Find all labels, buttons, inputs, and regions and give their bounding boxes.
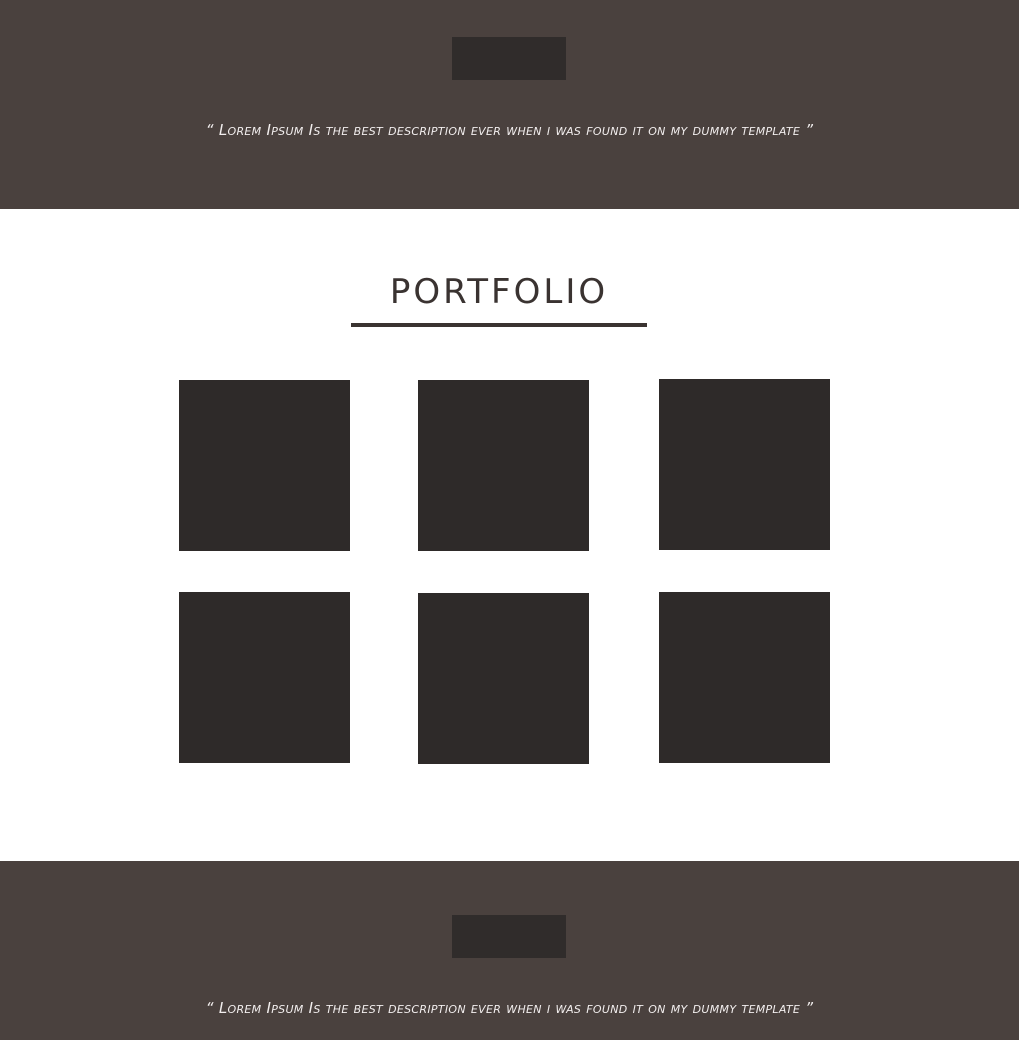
top-banner: “ Lorem Ipsum Is the best description ev…: [0, 0, 1019, 209]
top-banner-quote: “ Lorem Ipsum Is the best description ev…: [205, 121, 814, 139]
portfolio-title-underline: [351, 323, 647, 327]
portfolio-title: PORTFOLIO: [389, 272, 609, 312]
portfolio-tile-4[interactable]: [179, 592, 350, 763]
bottom-banner-logo-placeholder: [452, 915, 566, 958]
portfolio-tile-5[interactable]: [418, 593, 589, 764]
bottom-banner-quote: “ Lorem Ipsum Is the best description ev…: [205, 999, 814, 1017]
portfolio-tile-2[interactable]: [418, 380, 589, 551]
portfolio-tile-1[interactable]: [179, 380, 350, 551]
top-banner-logo-placeholder: [452, 37, 566, 80]
portfolio-tile-6[interactable]: [659, 592, 830, 763]
portfolio-tile-3[interactable]: [659, 379, 830, 550]
bottom-banner: “ Lorem Ipsum Is the best description ev…: [0, 861, 1019, 1040]
